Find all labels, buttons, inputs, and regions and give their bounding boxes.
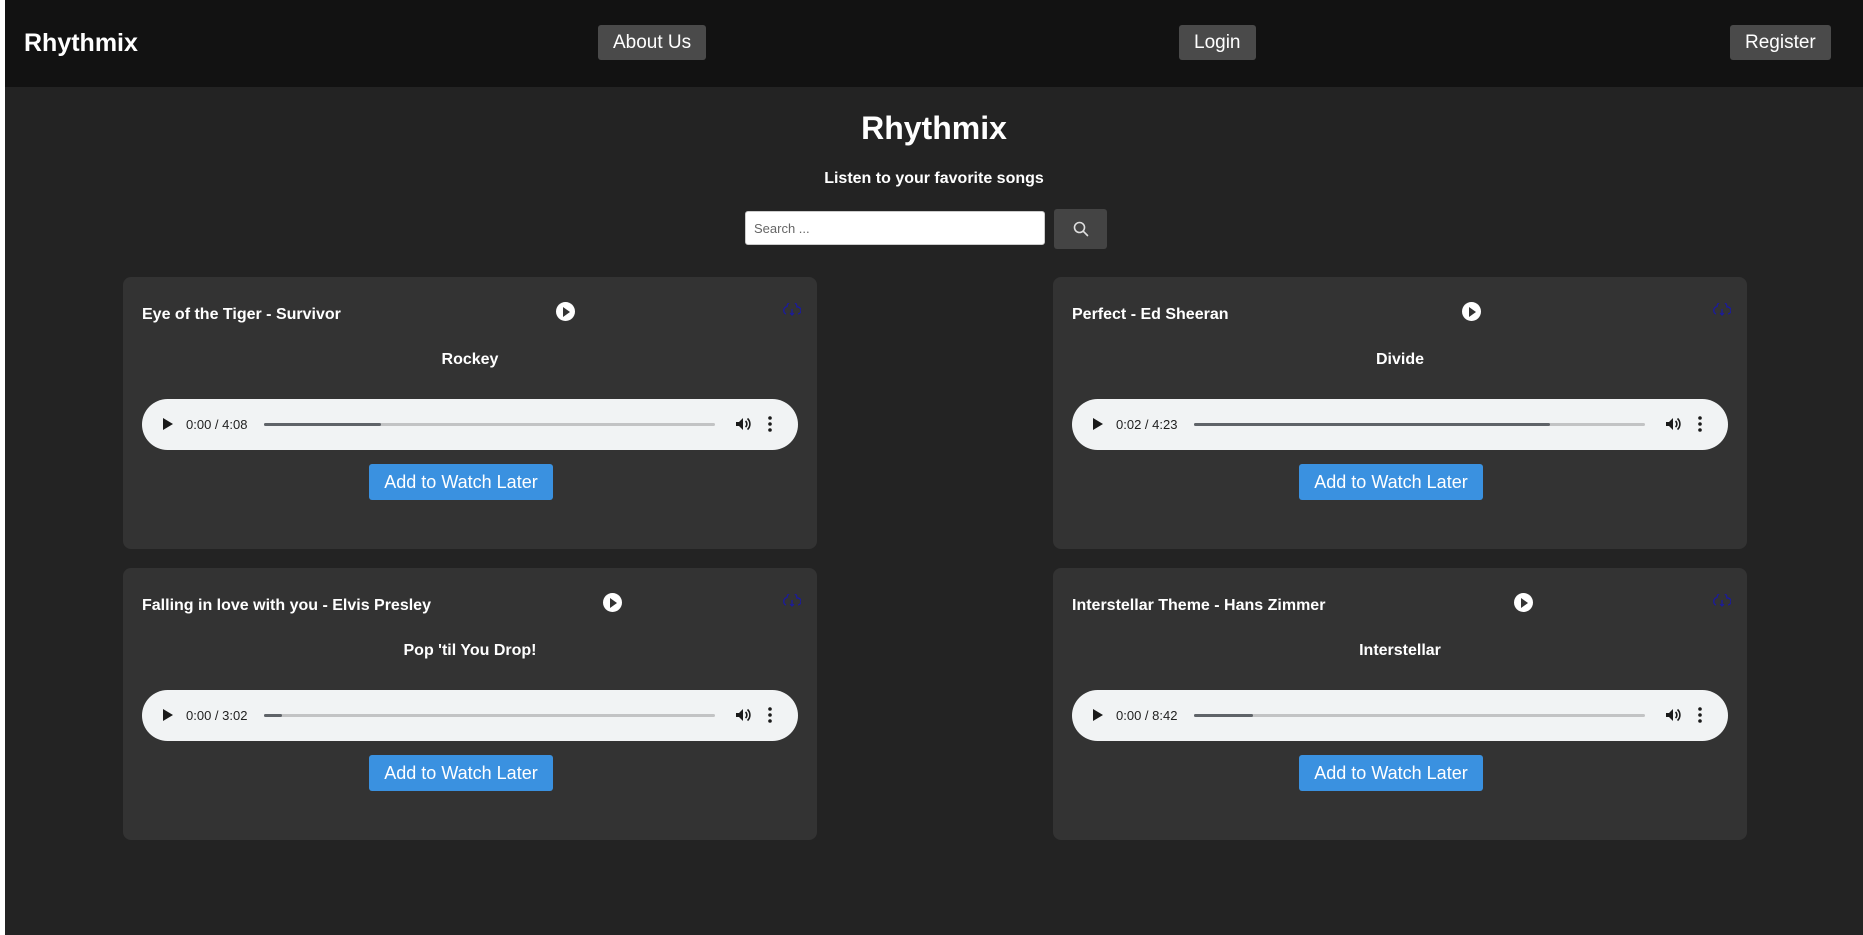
download-icon[interactable] (783, 594, 801, 608)
search-button[interactable] (1054, 209, 1107, 249)
song-title: Perfect - Ed Sheeran (1072, 306, 1229, 323)
more-options-icon[interactable] (766, 415, 774, 433)
play-circle-icon[interactable] (603, 593, 622, 612)
download-icon[interactable] (783, 303, 801, 317)
song-title: Falling in love with you - Elvis Presley (142, 597, 431, 614)
audio-buffered-fill (1194, 423, 1551, 426)
play-icon[interactable] (163, 418, 173, 430)
audio-time: 0:00 / 3:02 (186, 708, 248, 723)
song-card: Perfect - Ed Sheeran Divide 0:02 / 4:23 … (1053, 277, 1747, 549)
play-icon[interactable] (1093, 418, 1103, 430)
audio-seek-bar[interactable] (1194, 423, 1645, 426)
audio-seek-bar[interactable] (1194, 714, 1645, 717)
audio-buffered-fill (1194, 714, 1253, 717)
more-options-icon[interactable] (766, 706, 774, 724)
audio-player: 0:00 / 8:42 (1072, 690, 1728, 741)
play-circle-icon[interactable] (556, 302, 575, 321)
song-album: Divide (1375, 351, 1424, 368)
more-options-icon[interactable] (1696, 415, 1704, 433)
page-subtitle: Listen to your favorite songs (824, 170, 1044, 187)
about-us-button[interactable]: About Us (598, 25, 707, 60)
volume-icon[interactable] (734, 415, 752, 433)
add-to-watch-later-button[interactable]: Add to Watch Later (1299, 464, 1483, 500)
audio-player: 0:02 / 4:23 (1072, 399, 1728, 450)
add-to-watch-later-button[interactable]: Add to Watch Later (369, 464, 553, 500)
download-icon[interactable] (1713, 594, 1731, 608)
download-icon[interactable] (1713, 303, 1731, 317)
volume-icon[interactable] (1664, 706, 1682, 724)
play-icon[interactable] (163, 709, 173, 721)
play-icon[interactable] (1093, 709, 1103, 721)
song-card: Interstellar Theme - Hans Zimmer Interst… (1053, 568, 1747, 840)
audio-buffered-fill (264, 423, 382, 426)
play-circle-icon[interactable] (1514, 593, 1533, 612)
song-title: Interstellar Theme - Hans Zimmer (1072, 597, 1326, 614)
brand-logo[interactable]: Rhythmix (24, 29, 138, 58)
song-album: Pop 'til You Drop! (403, 642, 537, 659)
audio-time: 0:00 / 4:08 (186, 417, 248, 432)
volume-icon[interactable] (1664, 415, 1682, 433)
audio-player: 0:00 / 4:08 (142, 399, 798, 450)
audio-seek-bar[interactable] (264, 423, 715, 426)
volume-icon[interactable] (734, 706, 752, 724)
login-button[interactable]: Login (1179, 25, 1256, 60)
song-card: Eye of the Tiger - Survivor Rockey 0:00 … (123, 277, 817, 549)
play-circle-icon[interactable] (1462, 302, 1481, 321)
audio-time: 0:00 / 8:42 (1116, 708, 1178, 723)
audio-seek-bar[interactable] (264, 714, 715, 717)
register-button[interactable]: Register (1730, 25, 1831, 60)
song-title: Eye of the Tiger - Survivor (142, 306, 341, 323)
song-card: Falling in love with you - Elvis Presley… (123, 568, 817, 840)
navbar: Rhythmix About Us Login Register (5, 0, 1863, 87)
audio-player: 0:00 / 3:02 (142, 690, 798, 741)
page-frame: Rhythmix About Us Login Register Rhythmi… (5, 0, 1863, 935)
search-icon (1073, 221, 1088, 237)
song-album: Interstellar (1359, 642, 1441, 659)
more-options-icon[interactable] (1696, 706, 1704, 724)
song-album: Rockey (441, 351, 499, 368)
page-title: Rhythmix (861, 110, 1007, 146)
add-to-watch-later-button[interactable]: Add to Watch Later (1299, 755, 1483, 791)
search-input[interactable] (745, 211, 1045, 245)
audio-time: 0:02 / 4:23 (1116, 417, 1178, 432)
add-to-watch-later-button[interactable]: Add to Watch Later (369, 755, 553, 791)
audio-buffered-fill (264, 714, 283, 717)
